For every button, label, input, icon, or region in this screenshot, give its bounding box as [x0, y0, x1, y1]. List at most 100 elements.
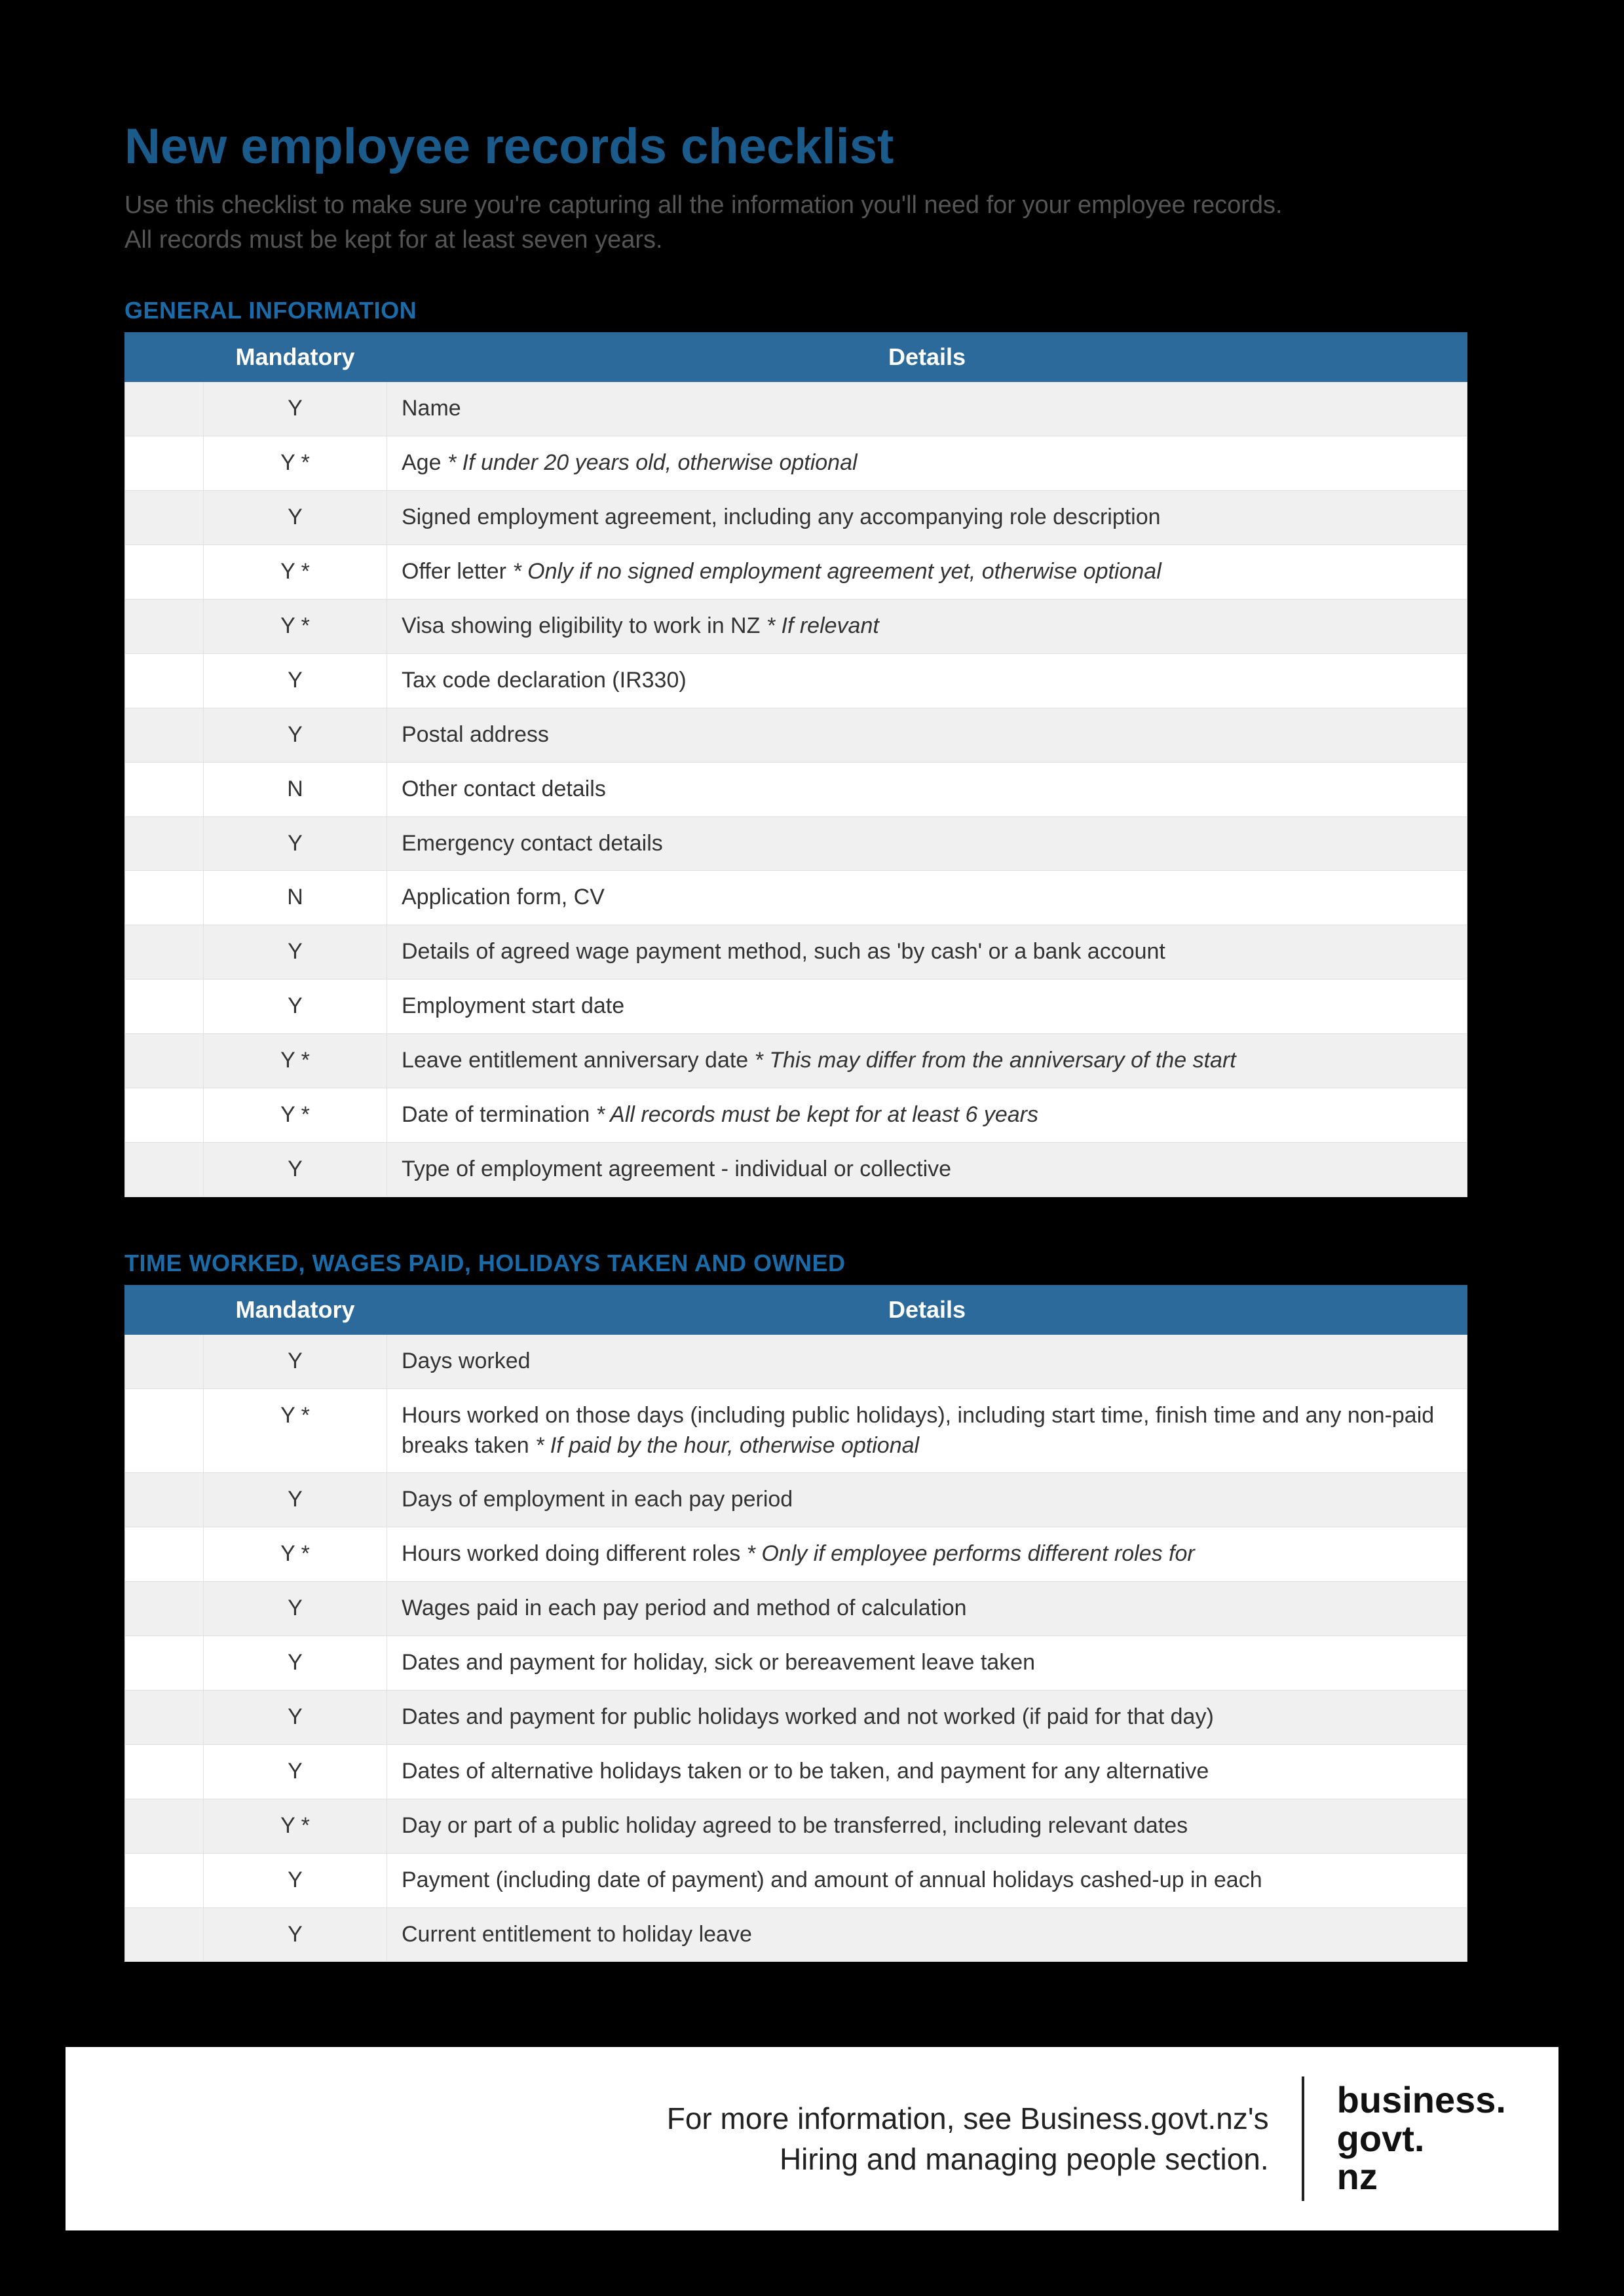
checkbox-cell[interactable]: [125, 816, 204, 871]
mandatory-cell: Y *: [204, 599, 387, 653]
details-text: Dates of alternative holidays taken or t…: [402, 1759, 1209, 1784]
details-cell: Day or part of a public holiday agreed t…: [387, 1799, 1467, 1853]
mandatory-cell: Y: [204, 1334, 387, 1388]
details-text: Days worked: [402, 1349, 531, 1373]
col-mandatory: Mandatory: [204, 1285, 387, 1334]
mandatory-cell: Y: [204, 1636, 387, 1691]
details-text: Dates and payment for holiday, sick or b…: [402, 1650, 1035, 1675]
col-check: [125, 1285, 204, 1334]
table-row: Y Details of agreed wage payment method, …: [125, 925, 1467, 980]
checkbox-cell[interactable]: [125, 1388, 204, 1473]
checkbox-cell[interactable]: [125, 436, 204, 491]
table-row: Y Days worked: [125, 1334, 1467, 1388]
checklist-table: MandatoryDetailsYDays workedY *Hours wor…: [124, 1285, 1467, 1962]
table-row: Y *Offer letter * Only if no signed empl…: [125, 545, 1467, 600]
checkbox-cell[interactable]: [125, 980, 204, 1034]
details-cell: Leave entitlement anniversary date * Thi…: [387, 1034, 1467, 1088]
details-text: Application form, CV: [402, 885, 605, 909]
checkbox-cell[interactable]: [125, 491, 204, 545]
mandatory-cell: Y: [204, 925, 387, 980]
table-row: YType of employment agreement - individu…: [125, 1142, 1467, 1196]
checkbox-cell[interactable]: [125, 1690, 204, 1744]
details-cell: Details of agreed wage payment method, s…: [387, 925, 1467, 980]
checkbox-cell[interactable]: [125, 1582, 204, 1636]
details-text: Visa showing eligibility to work in NZ: [402, 613, 760, 638]
footer-logo: business. govt. nz: [1337, 2081, 1506, 2196]
mandatory-cell: Y: [204, 382, 387, 436]
details-cell: Name: [387, 382, 1467, 436]
details-note: * If paid by the hour, otherwise optiona…: [535, 1433, 919, 1458]
page-subtitle: Use this checklist to make sure you're c…: [124, 188, 1304, 258]
details-note: * If relevant: [766, 613, 879, 638]
checkbox-cell[interactable]: [125, 1799, 204, 1853]
details-text: Employment start date: [402, 993, 624, 1018]
details-text: Postal address: [402, 722, 549, 747]
details-text: Offer letter: [402, 559, 506, 584]
checkbox-cell[interactable]: [125, 871, 204, 925]
table-row: N Application form, CV: [125, 871, 1467, 925]
mandatory-cell: Y: [204, 1690, 387, 1744]
checkbox-cell[interactable]: [125, 1473, 204, 1527]
table-row: Y *Leave entitlement anniversary date * …: [125, 1034, 1467, 1088]
details-text: Details of agreed wage payment method, s…: [402, 939, 1165, 964]
details-cell: Current entitlement to holiday leave: [387, 1907, 1467, 1962]
footer-text: For more information, see Business.govt.…: [667, 2098, 1269, 2179]
table-row: YDays of employment in each pay period: [125, 1473, 1467, 1527]
details-cell: Type of employment agreement - individua…: [387, 1142, 1467, 1196]
mandatory-cell: Y: [204, 1853, 387, 1907]
checkbox-cell[interactable]: [125, 1034, 204, 1088]
table-row: Y Dates and payment for holiday, sick or …: [125, 1636, 1467, 1691]
mandatory-cell: Y *: [204, 1088, 387, 1142]
details-cell: Days worked: [387, 1334, 1467, 1388]
document-page: New employee records checklist Use this …: [124, 118, 1500, 2014]
col-details: Details: [387, 1285, 1467, 1334]
table-row: YCurrent entitlement to holiday leave: [125, 1907, 1467, 1962]
table-row: YTax code declaration (IR330): [125, 653, 1467, 708]
table-row: YDates and payment for public holidays w…: [125, 1690, 1467, 1744]
checkbox-cell[interactable]: [125, 1907, 204, 1962]
checkbox-cell[interactable]: [125, 1142, 204, 1196]
details-text: Tax code declaration (IR330): [402, 668, 687, 693]
details-cell: Visa showing eligibility to work in NZ *…: [387, 599, 1467, 653]
checkbox-cell[interactable]: [125, 1088, 204, 1142]
table-row: Y *Age * If under 20 years old, otherwis…: [125, 436, 1467, 491]
mandatory-cell: Y *: [204, 436, 387, 491]
checkbox-cell[interactable]: [125, 382, 204, 436]
mandatory-cell: Y *: [204, 1527, 387, 1582]
details-cell: Age * If under 20 years old, otherwise o…: [387, 436, 1467, 491]
details-cell: Days of employment in each pay period: [387, 1473, 1467, 1527]
checkbox-cell[interactable]: [125, 708, 204, 762]
mandatory-cell: Y: [204, 1744, 387, 1799]
checkbox-cell[interactable]: [125, 1334, 204, 1388]
section-heading: GENERAL INFORMATION: [124, 297, 1500, 324]
details-cell: Tax code declaration (IR330): [387, 653, 1467, 708]
footer-divider: [1302, 2076, 1304, 2201]
details-note: * If under 20 years old, otherwise optio…: [447, 450, 858, 475]
table-row: YPostal address: [125, 708, 1467, 762]
col-mandatory: Mandatory: [204, 333, 387, 382]
checkbox-cell[interactable]: [125, 1853, 204, 1907]
table-row: Y Dates of alternative holidays taken or …: [125, 1744, 1467, 1799]
details-text: Day or part of a public holiday agreed t…: [402, 1813, 1188, 1838]
section-heading: TIME WORKED, WAGES PAID, HOLIDAYS TAKEN …: [124, 1250, 1500, 1277]
checkbox-cell[interactable]: [125, 545, 204, 600]
checkbox-cell[interactable]: [125, 1527, 204, 1582]
mandatory-cell: N: [204, 871, 387, 925]
table-row: Y Name: [125, 382, 1467, 436]
details-cell: Dates and payment for holiday, sick or b…: [387, 1636, 1467, 1691]
table-row: Y * Hours worked doing different roles * …: [125, 1527, 1467, 1582]
checkbox-cell[interactable]: [125, 762, 204, 816]
checkbox-cell[interactable]: [125, 1744, 204, 1799]
checkbox-cell[interactable]: [125, 599, 204, 653]
details-text: Leave entitlement anniversary date: [402, 1048, 748, 1073]
details-text: Name: [402, 396, 461, 421]
details-text: Payment (including date of payment) and …: [402, 1867, 1262, 1892]
details-cell: Dates of alternative holidays taken or t…: [387, 1744, 1467, 1799]
details-note: * Only if employee performs different ro…: [747, 1541, 1195, 1566]
details-text: Hours worked doing different roles: [402, 1541, 740, 1566]
checkbox-cell[interactable]: [125, 1636, 204, 1691]
details-text: Emergency contact details: [402, 831, 663, 856]
footer-line-1: For more information, see Business.govt.…: [667, 2101, 1269, 2135]
checkbox-cell[interactable]: [125, 925, 204, 980]
checkbox-cell[interactable]: [125, 653, 204, 708]
